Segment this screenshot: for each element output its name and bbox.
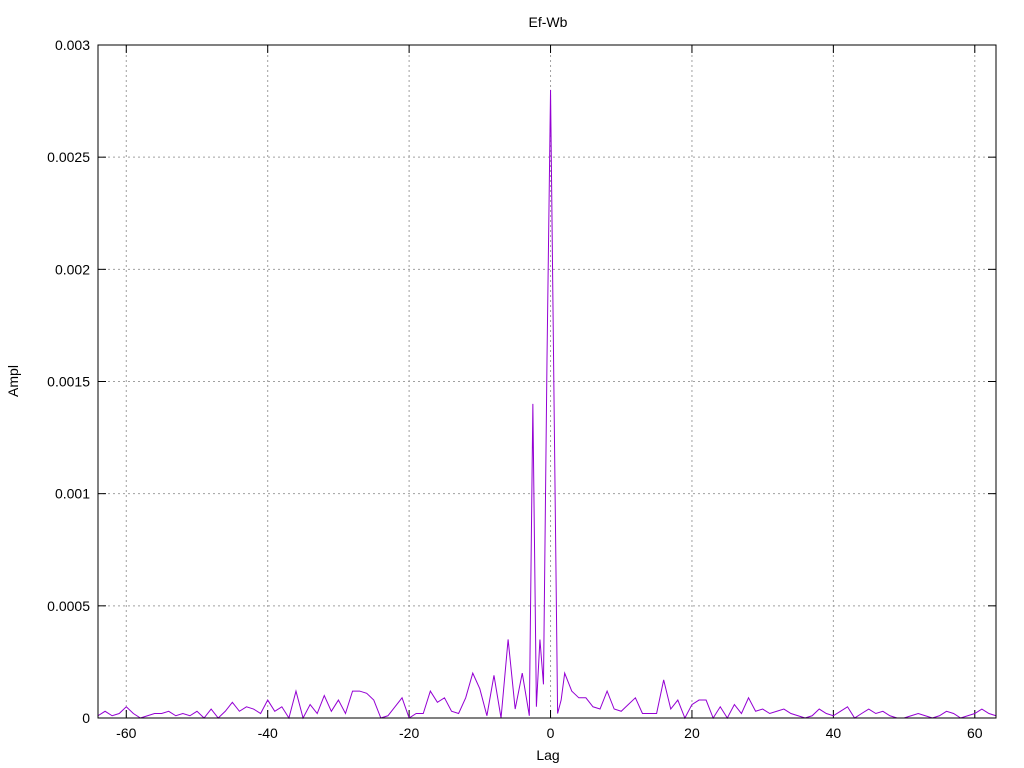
y-tick-label: 0.001 [55, 486, 90, 502]
y-tick-label: 0.002 [55, 261, 90, 277]
y-tick-label: 0.0025 [47, 149, 90, 165]
x-tick-label: 40 [826, 725, 842, 741]
y-tick-label: 0.0005 [47, 598, 90, 614]
x-tick-label: 0 [547, 725, 555, 741]
x-axis-label: Lag [536, 747, 559, 763]
x-tick-label: 20 [684, 725, 700, 741]
y-axis-label: Ampl [5, 365, 21, 397]
y-tick-label: 0.003 [55, 37, 90, 53]
chart-background [0, 0, 1024, 768]
y-tick-label: 0 [82, 710, 90, 726]
chart-title: Ef-Wb [529, 14, 568, 30]
x-tick-label: -20 [399, 725, 419, 741]
x-tick-label: -40 [258, 725, 278, 741]
chart: -60 -40 -20 0 20 40 60 0 0.0005 0.001 0.0015 0.002 0… [0, 0, 1024, 768]
x-tick-label: 60 [967, 725, 983, 741]
x-tick-label: -60 [116, 725, 136, 741]
y-tick-label: 0.0015 [47, 374, 90, 390]
